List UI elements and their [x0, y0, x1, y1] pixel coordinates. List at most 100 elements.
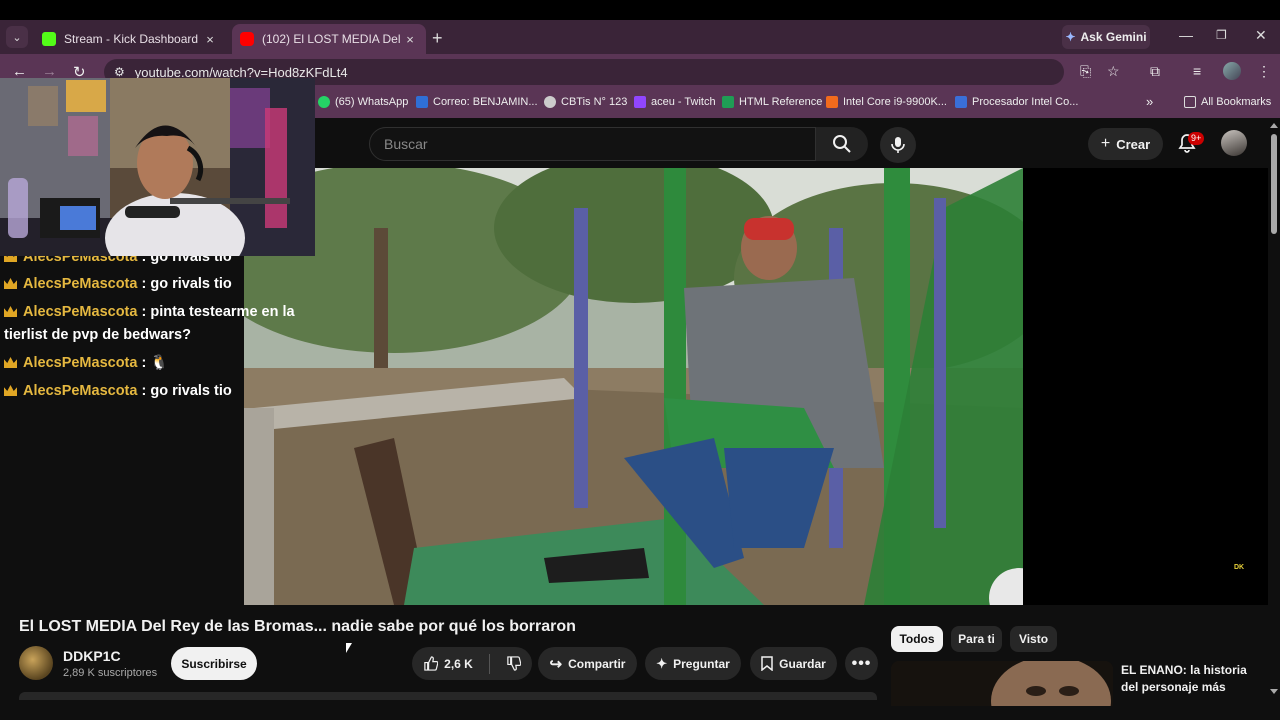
tab-bar: ⌄ Stream - Kick Dashboard × (102) El LOS… — [0, 20, 1280, 54]
site-info-icon[interactable]: ⚙ — [114, 65, 125, 79]
share-icon: ↪ — [549, 655, 563, 673]
all-bookmarks-label: All Bookmarks — [1201, 96, 1272, 108]
video-title: El LOST MEDIA Del Rey de las Bromas... n… — [19, 618, 576, 635]
chip-para-ti[interactable]: Para ti — [951, 626, 1002, 652]
plus-icon: + — [1100, 135, 1111, 152]
bookmark-label: CBTis N° 123 — [561, 96, 628, 108]
recommended-thumbnail-image — [891, 661, 1113, 706]
chat-username: AlecsPeMascota — [23, 304, 138, 320]
bookmark-cbtis[interactable]: CBTis N° 123 — [544, 96, 627, 108]
video-frame-image — [244, 168, 1023, 605]
install-app-icon[interactable]: ⎘ — [1080, 63, 1091, 80]
bookmarks-overflow-icon[interactable]: » — [1146, 94, 1153, 109]
notification-count-badge: 9+ — [1188, 132, 1205, 145]
twitch-icon — [634, 96, 646, 108]
tab-search-dropdown[interactable]: ⌄ — [6, 26, 28, 48]
bookmark-label: HTML Reference — [739, 96, 823, 108]
recommended-video-title[interactable]: EL ENANO: la historia del personaje más — [1121, 662, 1261, 702]
minimize-icon[interactable]: — — [1179, 27, 1193, 43]
chat-message: AlecsPeMascota : go rivals tio — [4, 273, 304, 296]
share-button[interactable]: ↪ Compartir — [538, 647, 637, 680]
bookmark-twitch[interactable]: aceu - Twitch — [634, 96, 716, 108]
crown-icon — [4, 385, 17, 396]
chat-message: AlecsPeMascota : pinta testearme en la t… — [4, 301, 304, 347]
mouse-cursor — [346, 643, 352, 653]
bookmark-icon — [761, 656, 773, 671]
more-actions-button[interactable]: ••• — [845, 647, 878, 680]
bookmark-whatsapp[interactable]: (65) WhatsApp — [318, 96, 408, 108]
globe-icon — [544, 96, 556, 108]
tab-close-icon[interactable]: × — [402, 32, 418, 47]
scrollbar-thumb[interactable] — [1271, 134, 1277, 234]
webcam-overlay — [0, 78, 315, 256]
bookmark-intel-i9[interactable]: Intel Core i9-9900K... — [826, 96, 947, 108]
chip-visto[interactable]: Visto — [1010, 626, 1057, 652]
chat-username: AlecsPeMascota — [23, 355, 138, 371]
chat-message: AlecsPeMascota : 🐧 — [4, 352, 304, 375]
ask-gemini-button[interactable]: ✦ Ask Gemini — [1062, 25, 1150, 49]
save-button[interactable]: Guardar — [750, 647, 837, 680]
create-button[interactable]: + Crear — [1088, 128, 1163, 160]
amazon-icon — [826, 96, 838, 108]
tab-close-icon[interactable]: × — [202, 32, 218, 47]
tab-title: (102) El LOST MEDIA Del Rey de — [262, 32, 402, 46]
tab-youtube-video[interactable]: (102) El LOST MEDIA Del Rey de × — [232, 24, 426, 54]
create-label: Crear — [1116, 136, 1151, 152]
bookmark-label: aceu - Twitch — [651, 96, 716, 108]
chat-text: : go rivals tio — [137, 276, 232, 292]
scroll-down-arrow-icon[interactable] — [1270, 689, 1278, 694]
ask-button[interactable]: ✦ Preguntar — [645, 647, 741, 680]
outlook-icon — [416, 96, 428, 108]
voice-search-button[interactable] — [880, 127, 916, 163]
youtube-account-avatar[interactable] — [1221, 130, 1247, 156]
bookmark-label: (65) WhatsApp — [335, 96, 409, 108]
webcam-image — [0, 78, 315, 256]
intel-icon — [955, 96, 967, 108]
like-count: 2,6 K — [444, 656, 473, 671]
channel-watermark[interactable]: DK — [1234, 564, 1244, 571]
bookmark-correo[interactable]: Correo: BENJAMIN... — [416, 96, 538, 108]
recommended-thumbnail[interactable] — [891, 661, 1113, 706]
media-control-icon[interactable]: ≡ — [1193, 63, 1201, 79]
player-theater-background — [1023, 168, 1268, 605]
sparkle-icon: ✦ — [656, 655, 668, 671]
restore-icon[interactable]: ❐ — [1216, 28, 1227, 42]
extensions-icon[interactable]: ⧉ — [1150, 63, 1160, 80]
close-window-icon[interactable]: ✕ — [1255, 27, 1267, 44]
search-icon — [833, 135, 851, 153]
kick-icon — [42, 32, 56, 46]
scroll-up-arrow-icon[interactable] — [1270, 123, 1278, 128]
chat-text: : 🐧 — [137, 355, 169, 371]
description-box[interactable] — [19, 692, 877, 700]
crown-icon — [4, 278, 17, 289]
subscribe-button[interactable]: Suscribirse — [171, 647, 257, 680]
bookmark-star-icon[interactable]: ☆ — [1107, 63, 1120, 80]
bookmark-procesador-intel[interactable]: Procesador Intel Co... — [955, 96, 1078, 108]
chat-text: : go rivals tio — [137, 383, 232, 399]
search-button[interactable] — [816, 127, 868, 161]
chip-todos[interactable]: Todos — [891, 626, 943, 652]
chat-message: AlecsPeMascota : go rivals tio — [4, 380, 304, 403]
bookmark-label: Procesador Intel Co... — [972, 96, 1079, 108]
like-divider — [488, 653, 490, 674]
like-button[interactable]: 2,6 K — [423, 656, 473, 671]
thumbs-down-icon[interactable] — [506, 656, 521, 671]
menu-kebab-icon[interactable]: ⋮ — [1257, 63, 1271, 80]
thumbs-up-icon — [424, 656, 439, 671]
video-player[interactable] — [244, 168, 1023, 605]
search-input[interactable]: Buscar — [369, 127, 816, 161]
new-tab-button[interactable]: + — [432, 28, 443, 49]
all-bookmarks-folder[interactable]: All Bookmarks — [1184, 96, 1271, 108]
browser-profile-avatar[interactable] — [1223, 62, 1241, 80]
more-horizontal-icon: ••• — [851, 654, 872, 672]
like-dislike-group: 2,6 K — [412, 647, 532, 680]
channel-avatar[interactable] — [19, 646, 53, 680]
bookmark-html-reference[interactable]: HTML Reference — [722, 96, 822, 108]
gemini-sparkle-icon: ✦ — [1065, 30, 1076, 44]
page-scrollbar[interactable] — [1268, 118, 1280, 720]
channel-name[interactable]: DDKP1C — [63, 648, 121, 664]
tab-kick-dashboard[interactable]: Stream - Kick Dashboard × — [34, 24, 226, 54]
microphone-icon — [891, 137, 905, 153]
ask-gemini-label: Ask Gemini — [1080, 30, 1147, 44]
whatsapp-icon — [318, 96, 330, 108]
